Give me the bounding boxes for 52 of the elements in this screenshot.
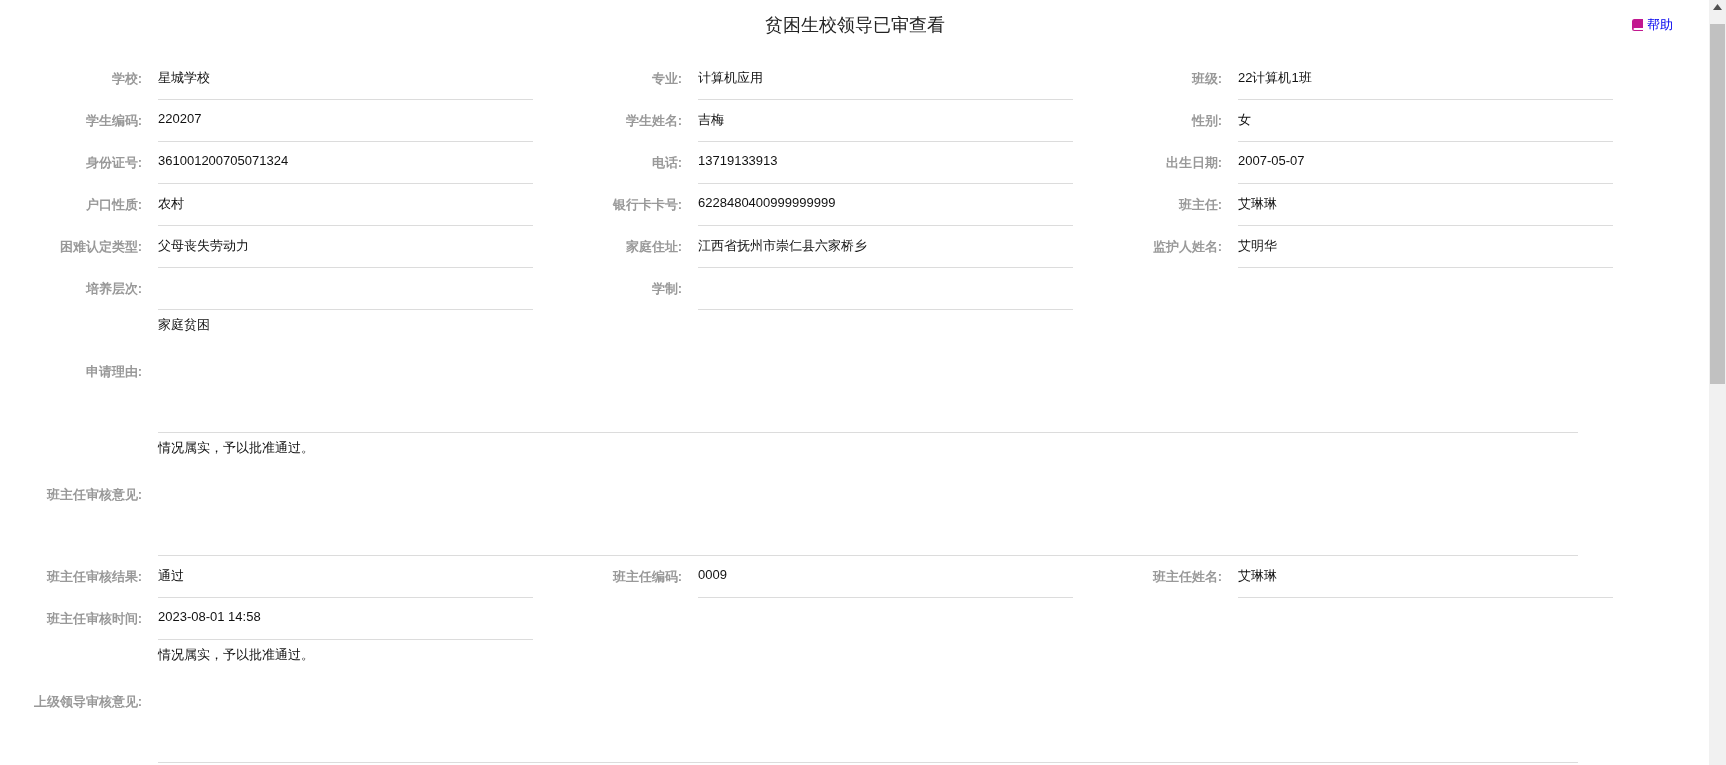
field-value: 情况属实，予以批准通过。	[158, 433, 1578, 556]
field-label: 监护人姓名:	[1151, 238, 1223, 256]
field-label: 班主任审核结果:	[45, 568, 143, 586]
field-value: 计算机应用	[698, 58, 1073, 100]
field-label: 银行卡卡号:	[611, 196, 683, 214]
field-label: 户口性质:	[84, 196, 143, 214]
field-value: 吉梅	[698, 100, 1073, 142]
field-label: 困难认定类型:	[58, 238, 143, 256]
field-value: 江西省抚州市崇仁县六家桥乡	[698, 226, 1073, 268]
field-value: 0009	[698, 556, 1073, 598]
field-label: 专业:	[650, 70, 683, 88]
field-label: 电话:	[650, 154, 683, 172]
page-title: 贫困生校领导已审查看	[764, 14, 945, 37]
field-label: 学生编码:	[84, 112, 143, 130]
field-label: 申请理由:	[84, 362, 143, 381]
field-value: 女	[1238, 100, 1613, 142]
field-label: 学校:	[110, 70, 143, 88]
field-value: 2007-05-07	[1238, 142, 1613, 184]
field-value: 13719133913	[698, 142, 1073, 184]
field-value: 220207	[158, 100, 533, 142]
book-icon	[1632, 19, 1643, 31]
field-label: 班级:	[1190, 70, 1223, 88]
field-value: 通过	[158, 556, 533, 598]
field-value: 22计算机1班	[1238, 58, 1613, 100]
field-value: 家庭贫困	[158, 310, 1578, 433]
field-label: 学生姓名:	[624, 112, 683, 130]
field-value: 农村	[158, 184, 533, 226]
scrollbar-thumb[interactable]	[1710, 24, 1725, 384]
field-value: 6228480400999999999	[698, 184, 1073, 226]
field-value: 情况属实，予以批准通过。	[158, 640, 1578, 763]
field-label: 班主任编码:	[611, 568, 683, 586]
field-label: 班主任审核时间:	[45, 610, 143, 628]
field-value: 艾明华	[1238, 226, 1613, 268]
field-value: 父母丧失劳动力	[158, 226, 533, 268]
field-value: 361001200705071324	[158, 142, 533, 184]
field-label: 班主任审核意见:	[45, 485, 143, 504]
field-label: 家庭住址:	[624, 238, 683, 256]
field-label: 性别:	[1190, 112, 1223, 130]
field-value: 艾琳琳	[1238, 556, 1613, 598]
field-label: 班主任姓名:	[1151, 568, 1223, 586]
field-label: 学制:	[650, 280, 683, 298]
scroll-up-icon[interactable]	[1713, 4, 1722, 10]
scrollbar[interactable]	[1709, 0, 1726, 765]
field-label: 身份证号:	[84, 154, 143, 172]
field-label: 班主任:	[1177, 196, 1223, 214]
field-value: 2023-08-01 14:58	[158, 598, 533, 640]
field-label: 上级领导审核意见:	[32, 692, 143, 711]
field-label: 出生日期:	[1164, 154, 1223, 172]
help-link[interactable]: 帮助	[1632, 16, 1673, 34]
field-value: 星城学校	[158, 58, 533, 100]
field-label: 培养层次:	[84, 280, 143, 298]
field-value: 艾琳琳	[1238, 184, 1613, 226]
